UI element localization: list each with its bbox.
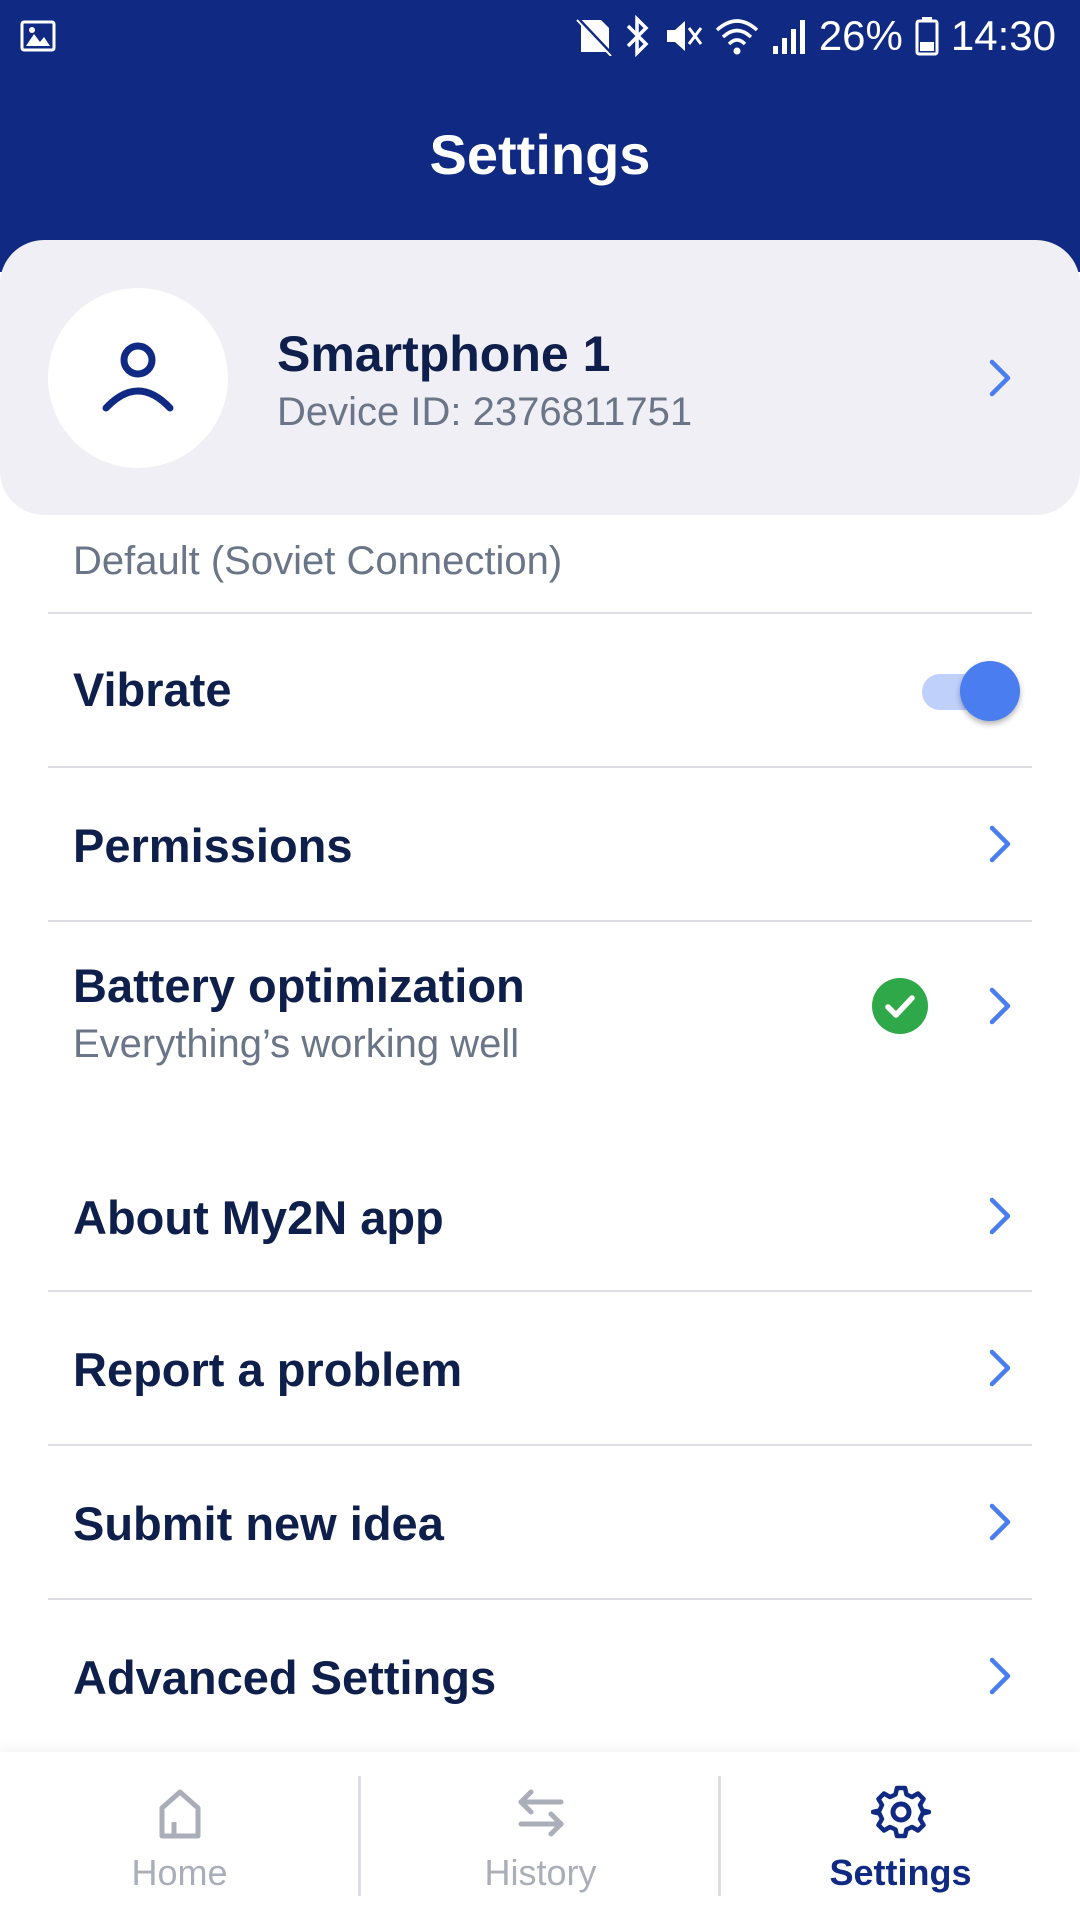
toggle-knob bbox=[960, 661, 1020, 721]
home-icon bbox=[159, 1789, 200, 1839]
about-app-label: About My2N app bbox=[73, 1191, 444, 1244]
chevron-right-icon bbox=[989, 1349, 1011, 1387]
submit-idea-label: Submit new idea bbox=[73, 1497, 444, 1550]
status-icons: 26% 14:30 bbox=[575, 10, 1056, 62]
about-app-row[interactable]: About My2N app bbox=[48, 1154, 1032, 1292]
chevron-right-icon bbox=[989, 825, 1011, 863]
chevron-right-icon bbox=[989, 987, 1011, 1025]
battery-percent: 26% bbox=[818, 12, 903, 59]
bluetooth-icon bbox=[625, 15, 651, 57]
vibrate-mute-icon bbox=[663, 16, 703, 56]
nav-home[interactable]: Home bbox=[0, 1752, 359, 1920]
nav-history-label: History bbox=[484, 1852, 597, 1893]
chevron-right-icon bbox=[989, 1503, 1011, 1541]
report-problem-label: Report a problem bbox=[73, 1343, 463, 1396]
battery-icon bbox=[915, 16, 939, 56]
submit-idea-row[interactable]: Submit new idea bbox=[48, 1446, 1032, 1600]
chevron-right-icon bbox=[989, 1197, 1011, 1235]
advanced-settings-label: Advanced Settings bbox=[73, 1651, 497, 1704]
no-sim-icon bbox=[575, 16, 613, 56]
check-circle-icon bbox=[872, 978, 928, 1034]
avatar bbox=[48, 288, 228, 468]
report-problem-row[interactable]: Report a problem bbox=[48, 1292, 1032, 1446]
device-profile-card[interactable]: Smartphone 1 Device ID: 2376811751 bbox=[0, 240, 1080, 515]
battery-optimization-label: Battery optimization bbox=[73, 959, 525, 1012]
ringtone-value: Default (Soviet Connection) bbox=[73, 539, 563, 583]
battery-optimization-row[interactable]: Battery optimization Everything’s workin… bbox=[48, 922, 1032, 1154]
status-bar: 26% 14:30 bbox=[0, 0, 1080, 72]
ringtone-row[interactable]: Default (Soviet Connection) bbox=[48, 515, 1032, 614]
nav-settings-label: Settings bbox=[829, 1852, 972, 1893]
nav-home-label: Home bbox=[131, 1852, 228, 1893]
permissions-row[interactable]: Permissions bbox=[48, 768, 1032, 922]
device-name: Smartphone 1 bbox=[277, 326, 611, 382]
page-title: Settings bbox=[429, 123, 651, 186]
vibrate-label: Vibrate bbox=[73, 663, 232, 716]
bottom-navigation: Home History Settings bbox=[0, 1752, 1080, 1920]
swap-arrows-icon bbox=[518, 1789, 563, 1837]
signal-icon bbox=[771, 16, 807, 56]
battery-optimization-status: Everything’s working well bbox=[73, 1022, 520, 1066]
advanced-settings-row[interactable]: Advanced Settings bbox=[48, 1600, 1032, 1752]
gallery-notification-icon bbox=[20, 18, 56, 54]
user-icon bbox=[102, 342, 174, 412]
gear-icon bbox=[870, 1785, 931, 1839]
chevron-right-icon bbox=[989, 1657, 1011, 1695]
nav-history[interactable]: History bbox=[361, 1752, 720, 1920]
nav-settings[interactable]: Settings bbox=[721, 1752, 1080, 1920]
wifi-icon bbox=[715, 16, 759, 56]
device-id: Device ID: 2376811751 bbox=[277, 390, 693, 434]
status-time: 14:30 bbox=[950, 12, 1056, 59]
permissions-label: Permissions bbox=[73, 819, 353, 872]
vibrate-toggle[interactable] bbox=[922, 658, 1022, 722]
chevron-right-icon bbox=[989, 359, 1011, 397]
vibrate-row[interactable]: Vibrate bbox=[48, 612, 1032, 768]
